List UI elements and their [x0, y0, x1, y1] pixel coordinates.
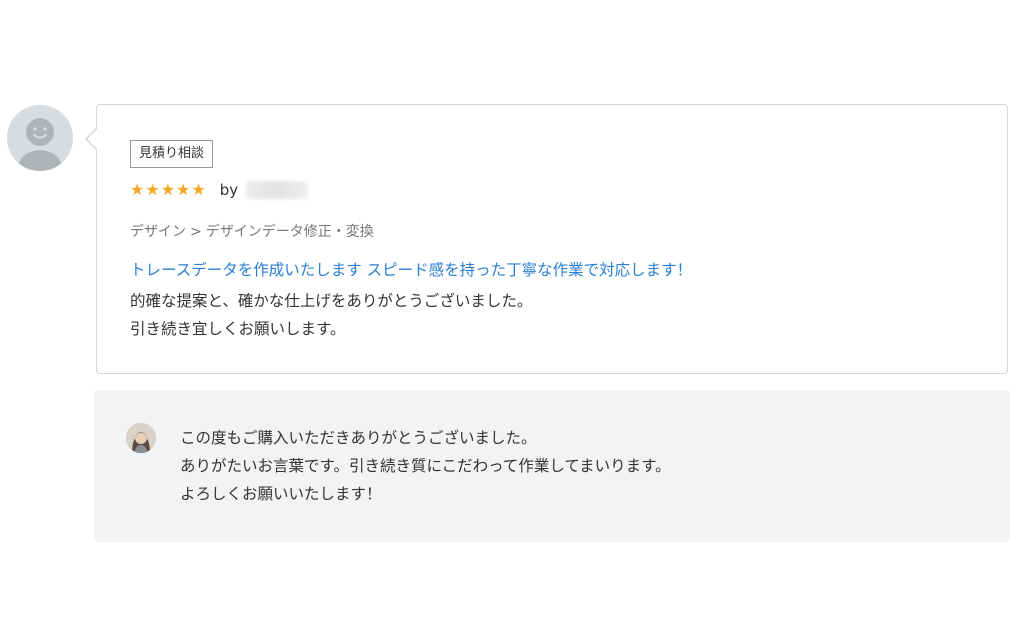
review-body: 的確な提案と、確かな仕上げをありがとうございました。 引き続き宜しくお願いします… [130, 287, 532, 343]
review-page: 見積り相談 ★ ★ ★ ★ ★ by デザイン > デザインデータ修正・変換 トレー… [0, 0, 1024, 631]
speech-arrow-fill [87, 128, 98, 150]
rating-row: ★ ★ ★ ★ ★ by [130, 179, 309, 201]
review-card: 見積り相談 ★ ★ ★ ★ ★ by デザイン > デザインデータ修正・変換 トレー… [85, 104, 1008, 374]
star-icon: ★ [176, 180, 191, 199]
reviewer-name-blurred [246, 181, 309, 199]
star-icon: ★ [160, 180, 176, 199]
star-rating: ★ ★ ★ ★ ★ [130, 180, 206, 200]
category-breadcrumb: デザイン > デザインデータ修正・変換 [130, 221, 374, 241]
by-label: by [219, 181, 239, 199]
breadcrumb-separator: > [190, 224, 202, 240]
reply-line: ありがたいお言葉です。引き続き質にこだわって作業してまいります。 [180, 457, 671, 475]
review-line: 的確な提案と、確かな仕上げをありがとうございました。 [130, 292, 533, 310]
review-line: 引き続き宜しくお願いします。 [130, 320, 346, 338]
service-title-link[interactable]: トレースデータを作成いたします スピード感を持った丁寧な作業で対応します！ [130, 258, 692, 280]
seller-reply-box: この度もご購入いただきありがとうございました。 ありがたいお言葉です。引き続き質… [94, 390, 1010, 542]
reply-line: この度もご購入いただきありがとうございました。 [180, 429, 537, 447]
star-icon: ★ [191, 180, 206, 199]
star-icon: ★ [145, 180, 160, 199]
seller-avatar [126, 423, 156, 453]
reviewer-avatar-icon [7, 105, 73, 171]
reply-body: この度もご購入いただきありがとうございました。 ありがたいお言葉です。引き続き質… [180, 424, 671, 508]
star-icon: ★ [130, 180, 145, 199]
breadcrumb-subcategory[interactable]: デザインデータ修正・変換 [206, 224, 374, 240]
reply-line: よろしくお願いいたします！ [180, 485, 382, 503]
breadcrumb-category[interactable]: デザイン [130, 224, 186, 240]
estimate-tag: 見積り相談 [130, 140, 214, 168]
